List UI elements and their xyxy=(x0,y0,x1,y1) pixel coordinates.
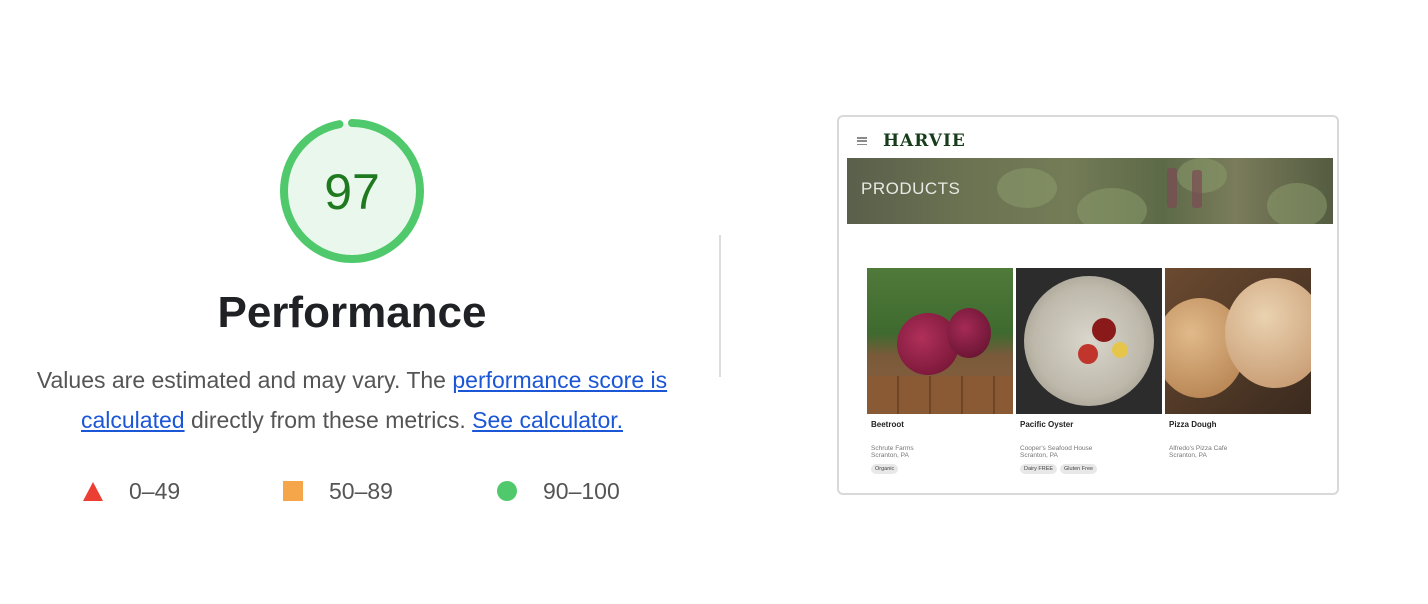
legend-average-label: 50–89 xyxy=(329,477,393,504)
square-icon xyxy=(283,481,303,501)
product-tag: Organic xyxy=(871,464,899,474)
see-calculator-link[interactable]: See calculator. xyxy=(472,407,623,433)
legend-pass-label: 90–100 xyxy=(543,477,620,504)
product-location: Scranton, PA xyxy=(1020,452,1058,459)
product-image xyxy=(867,268,1013,414)
product-card[interactable]: Pizza Dough Alfredo's Pizza Cafe Scranto… xyxy=(1165,268,1311,459)
product-card[interactable]: Beetroot Schrute Farms Scranton, PA Orga… xyxy=(867,268,1013,474)
circle-icon xyxy=(497,481,517,501)
product-farm: Cooper's Seafood House xyxy=(1020,445,1093,452)
legend-fail-label: 0–49 xyxy=(129,477,181,504)
product-location: Scranton, PA xyxy=(1169,452,1207,459)
product-name: Beetroot xyxy=(871,420,904,429)
score-value: 97 xyxy=(324,164,380,220)
description-middle: directly from these metrics. xyxy=(184,407,473,433)
hero-title: PRODUCTS xyxy=(861,179,961,198)
legend-average: 50–89 xyxy=(283,476,393,506)
hero-banner: PRODUCTS xyxy=(847,158,1333,224)
product-name: Pacific Oyster xyxy=(1020,420,1074,429)
product-location: Scranton, PA xyxy=(871,452,909,459)
product-tag: Dairy FREE xyxy=(1020,464,1058,474)
product-card[interactable]: Pacific Oyster Cooper's Seafood House Sc… xyxy=(1016,268,1162,474)
product-tag: Gluten Free xyxy=(1060,464,1098,474)
site-header: HARVIE xyxy=(857,131,966,151)
product-farm: Alfredo's Pizza Cafe xyxy=(1169,445,1228,452)
product-farm: Schrute Farms xyxy=(871,445,914,452)
product-image xyxy=(1165,268,1311,414)
product-image xyxy=(1016,268,1162,414)
description-intro: Values are estimated and may vary. The xyxy=(36,367,453,393)
performance-gauge: 97 xyxy=(278,117,426,265)
product-name: Pizza Dough xyxy=(1169,420,1217,429)
site-logo: HARVIE xyxy=(883,131,966,151)
legend-fail: 0–49 xyxy=(83,476,180,506)
category-title: Performance xyxy=(217,288,487,337)
final-screenshot[interactable]: HARVIE PRODUCTS Beetroot Schrute Farms S… xyxy=(837,115,1339,495)
score-description: Values are estimated and may vary. The p… xyxy=(22,360,682,440)
divider xyxy=(719,235,721,377)
triangle-icon xyxy=(83,481,103,501)
legend-pass: 90–100 xyxy=(497,476,620,506)
hamburger-menu-icon xyxy=(857,137,867,145)
